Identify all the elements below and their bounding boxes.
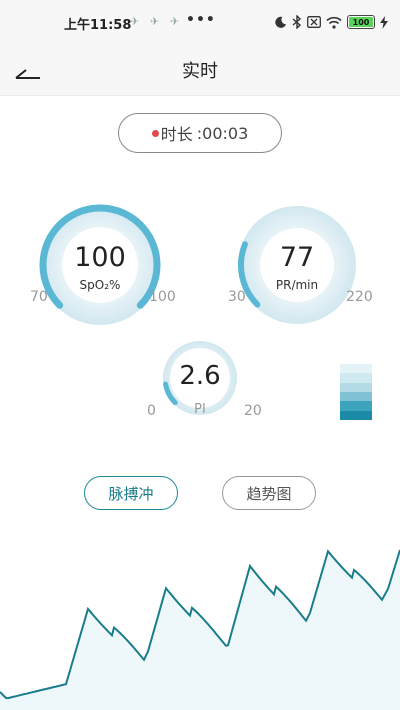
signal-bar-segment: [340, 373, 372, 383]
spo2-min-label: 70: [30, 289, 48, 305]
tab-trend-chart[interactable]: 趋势图: [222, 476, 316, 510]
spo2-value: 100: [74, 242, 126, 273]
pulse-waveform: [0, 549, 400, 710]
signal-bar-segment: [340, 382, 372, 392]
signal-bar-segment: [340, 364, 372, 374]
pi-min-label: 0: [147, 403, 156, 419]
pr-min-label: 30: [228, 289, 246, 305]
pi-max-label: 20: [244, 403, 262, 419]
pr-unit: PR/min: [275, 278, 319, 292]
pr-value: 77: [279, 242, 315, 273]
pr-max-label: 220: [346, 289, 373, 305]
tab-pulse-wave[interactable]: 脉搏冲: [84, 476, 178, 510]
pi-value: 2.6: [179, 361, 221, 391]
spo2-unit: SpO₂%: [79, 278, 121, 292]
signal-bar-segment: [340, 401, 372, 411]
spo2-max-label: 100: [149, 289, 176, 305]
signal-bar-segment: [340, 410, 372, 420]
signal-strength-bar: [340, 364, 372, 420]
signal-bar-segment: [340, 391, 372, 402]
pi-unit: PI: [194, 402, 206, 417]
